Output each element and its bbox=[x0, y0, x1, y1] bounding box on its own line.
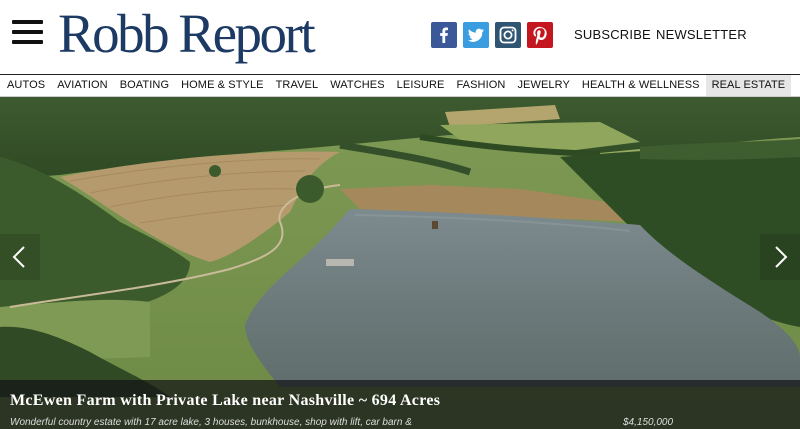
nav-item-jewelry[interactable]: JEWELRY bbox=[511, 75, 575, 96]
nav-item-health-wellness[interactable]: HEALTH & WELLNESS bbox=[576, 75, 706, 96]
slide-caption[interactable]: McEwen Farm with Private Lake near Nashv… bbox=[0, 380, 800, 429]
nav-item-autos[interactable]: AUTOS bbox=[0, 75, 51, 96]
site-header: Robb Report SUBSCRIBE NEWSLETTER bbox=[0, 0, 800, 75]
pinterest-icon[interactable] bbox=[527, 22, 553, 48]
subscribe-link[interactable]: SUBSCRIBE bbox=[574, 27, 651, 42]
nav-item-watches[interactable]: WATCHES bbox=[324, 75, 390, 96]
nav-item-boating[interactable]: BOATING bbox=[114, 75, 175, 96]
nav-item-travel[interactable]: TRAVEL bbox=[270, 75, 325, 96]
twitter-icon[interactable] bbox=[463, 22, 489, 48]
hero-slideshow: McEwen Farm with Private Lake near Nashv… bbox=[0, 97, 800, 429]
nav-item-fashion[interactable]: FASHION bbox=[450, 75, 511, 96]
listing-price: $4,150,000 bbox=[623, 417, 674, 428]
nav-item-real-estate[interactable]: REAL ESTATE bbox=[705, 75, 792, 96]
next-slide-button[interactable] bbox=[760, 234, 800, 280]
menu-icon[interactable] bbox=[12, 19, 43, 45]
instagram-icon[interactable] bbox=[495, 22, 521, 48]
nav-item-leisure[interactable]: LEISURE bbox=[391, 75, 451, 96]
listing-title[interactable]: McEwen Farm with Private Lake near Nashv… bbox=[10, 392, 440, 410]
site-logo[interactable]: Robb Report bbox=[58, 4, 316, 64]
newsletter-link[interactable]: NEWSLETTER bbox=[656, 27, 747, 42]
facebook-icon[interactable] bbox=[431, 22, 457, 48]
nav-item-aviation[interactable]: AVIATION bbox=[51, 75, 114, 96]
previous-slide-button[interactable] bbox=[0, 234, 40, 280]
category-nav: AUTOS AVIATION BOATING HOME & STYLE TRAV… bbox=[0, 74, 800, 97]
listing-description: Wonderful country estate with 17 acre la… bbox=[10, 417, 412, 428]
nav-item-home-style[interactable]: HOME & STYLE bbox=[175, 75, 270, 96]
